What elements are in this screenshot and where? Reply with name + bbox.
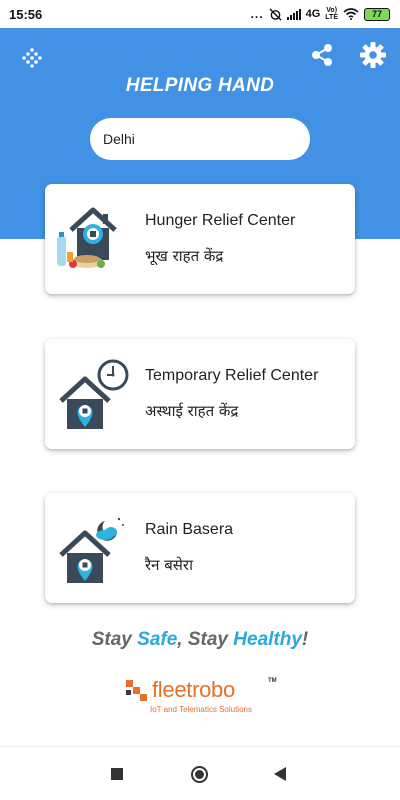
system-nav-bar (0, 746, 400, 800)
fleetrobo-logo: fleetrobo TM IoT and Telematics Solution… (126, 676, 286, 718)
recents-button[interactable] (111, 768, 123, 780)
grid-dots-icon[interactable] (22, 48, 42, 68)
volte-bottom: LTE (325, 14, 338, 21)
location-value: Delhi (103, 131, 135, 147)
battery-indicator: 77 (364, 7, 390, 21)
logo-mark-icon (126, 680, 147, 701)
card-title: Temporary Relief Center (145, 367, 319, 384)
tagline-part: , Stay (177, 629, 234, 650)
network-type: 4G (305, 8, 321, 20)
status-time: 15:56 (9, 6, 43, 22)
card-hunger-relief-center[interactable]: Hunger Relief Center भूख राहत केंद्र (45, 184, 355, 294)
volte-top: Vo) (326, 7, 338, 14)
app-title: HELPING HAND (125, 75, 275, 96)
wifi-icon (343, 8, 359, 20)
home-dot (195, 770, 204, 779)
status-icons: ... 4G Vo) LTE 77 (251, 7, 390, 21)
location-input[interactable]: Delhi (90, 118, 310, 160)
home-night-icon (59, 517, 124, 583)
card-title: Rain Basera (145, 521, 234, 538)
home-button[interactable] (191, 766, 208, 783)
home-food-icon (57, 207, 117, 268)
notification-dots: ... (250, 7, 264, 21)
card-title: Hunger Relief Center (145, 212, 296, 229)
card-rain-basera[interactable]: Rain Basera रैन बसेरा (45, 493, 355, 603)
settings-gear-icon[interactable] (359, 41, 387, 69)
logo-text: fleetrobo (152, 677, 235, 702)
card-subtitle: रैन बसेरा (145, 556, 193, 574)
logo-trademark: TM (268, 678, 277, 684)
tagline-part: ! (301, 629, 309, 650)
share-icon[interactable] (311, 44, 333, 66)
signal-icon (286, 8, 301, 20)
tagline-healthy: Healthy (233, 629, 302, 650)
volte-indicator: Vo) LTE (325, 7, 338, 21)
card-text: Temporary Relief Center अस्थाई राहत केंद… (145, 339, 318, 449)
card-temporary-relief-center[interactable]: Temporary Relief Center अस्थाई राहत केंद… (45, 339, 355, 449)
tagline: Stay Safe, Stay Healthy! (0, 629, 400, 651)
tagline-safe: Safe (137, 629, 178, 650)
card-text: Hunger Relief Center भूख राहत केंद्र (145, 184, 295, 294)
logo-tagline: IoT and Telematics Solutions (150, 705, 252, 714)
card-subtitle: भूख राहत केंद्र (145, 247, 224, 265)
back-button[interactable] (274, 767, 286, 781)
status-bar: 15:56 ... 4G Vo) LTE 77 (0, 0, 400, 28)
card-subtitle: अस्थाई राहत केंद्र (145, 402, 239, 420)
alarm-off-icon (269, 7, 282, 21)
tagline-part: Stay (91, 629, 138, 650)
card-text: Rain Basera रैन बसेरा (145, 493, 233, 603)
home-clock-icon (59, 359, 129, 429)
